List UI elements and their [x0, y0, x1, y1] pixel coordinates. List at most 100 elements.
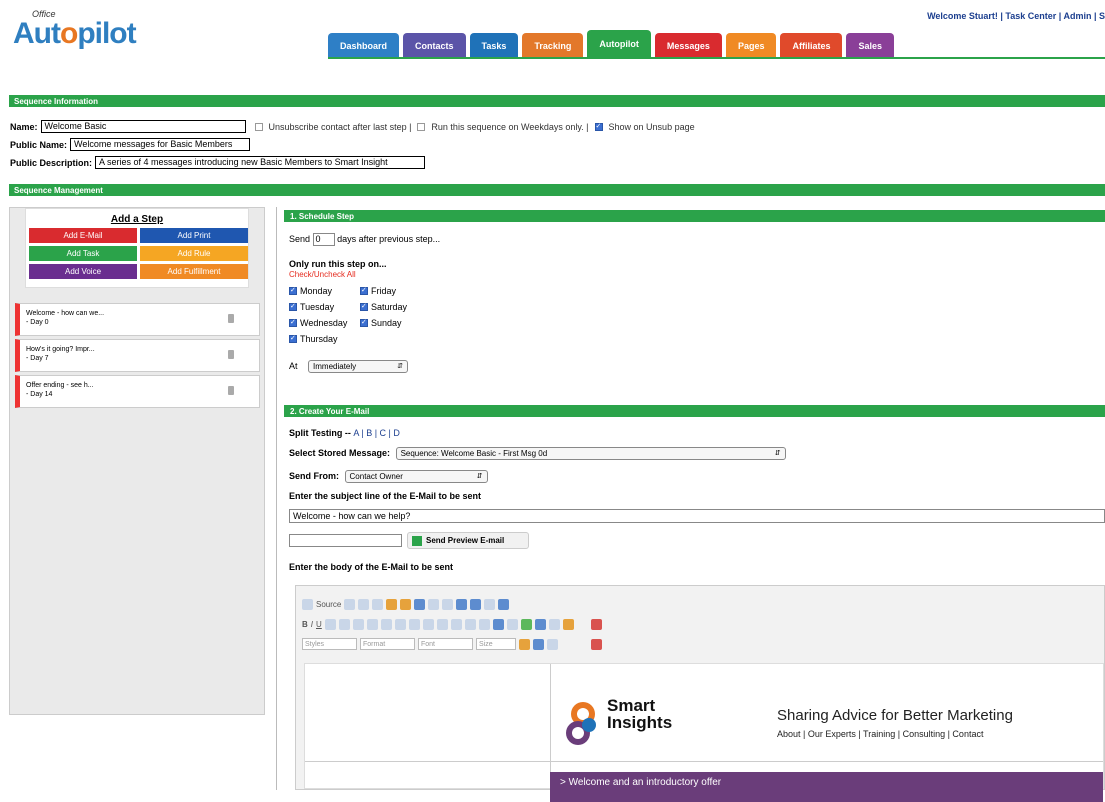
bulleted-list-icon[interactable] [380, 618, 392, 630]
public-name-input[interactable]: Welcome messages for Basic Members [70, 138, 251, 151]
public-description-label: Public Description: [10, 157, 93, 168]
day-sunday: Sunday [360, 315, 407, 331]
step-day: - Day 0 [26, 319, 49, 326]
format-select[interactable]: Format [360, 638, 415, 650]
split-testing-label: Split Testing -- [289, 428, 351, 438]
new-page-icon[interactable] [344, 598, 356, 610]
add-task-button[interactable]: Add Task [29, 246, 137, 261]
email-left-border [550, 664, 551, 788]
name-input[interactable]: Welcome Basic [40, 120, 246, 133]
split-testing-options[interactable]: A | B | C | D [353, 428, 400, 438]
tab-contacts[interactable]: Contacts [403, 33, 466, 57]
send-from-select[interactable]: Contact Owner ⇵ [344, 470, 488, 483]
tuesday-checkbox[interactable] [289, 302, 297, 311]
styles-select[interactable]: Styles [302, 638, 357, 650]
trash-icon[interactable] [228, 386, 234, 395]
size-select[interactable]: Size [476, 638, 516, 650]
special-char-icon[interactable] [591, 618, 602, 630]
outdent-icon[interactable] [394, 618, 406, 630]
nav-underline [328, 57, 1105, 59]
paste-text-icon[interactable] [400, 598, 412, 610]
add-print-button[interactable]: Add Print [140, 228, 248, 243]
step-day: - Day 7 [26, 355, 49, 362]
add-step-title: Add a Step [110, 214, 164, 225]
paste-icon[interactable] [386, 598, 398, 610]
monday-checkbox[interactable] [289, 286, 297, 295]
numbered-list-icon[interactable] [366, 618, 378, 630]
align-left-icon[interactable] [436, 618, 448, 630]
horizontal-rule-icon[interactable] [548, 618, 560, 630]
check-uncheck-all-link[interactable]: Check/Uncheck All [289, 270, 356, 279]
italic-icon[interactable]: I [311, 620, 313, 629]
weekdays-checkbox[interactable] [417, 122, 426, 131]
bg-color-icon[interactable] [519, 638, 530, 650]
image-icon[interactable] [520, 618, 532, 630]
public-name-label: Public Name: [10, 139, 68, 150]
smiley-icon[interactable] [562, 618, 574, 630]
table-icon[interactable] [534, 618, 546, 630]
send-days-input[interactable]: 0 [312, 233, 335, 246]
undo-icon[interactable] [428, 598, 440, 610]
redo-icon[interactable] [442, 598, 454, 610]
link-icon[interactable] [492, 618, 504, 630]
copy-icon[interactable] [372, 598, 384, 610]
add-fulfillment-button[interactable]: Add Fulfillment [140, 264, 248, 279]
tab-autopilot[interactable]: Autopilot [587, 30, 651, 57]
add-e-mail-button[interactable]: Add E-Mail [29, 228, 137, 243]
replace-icon[interactable] [470, 598, 482, 610]
tab-affiliates[interactable]: Affiliates [780, 33, 843, 57]
bold-icon[interactable]: B [302, 620, 308, 629]
tab-tasks[interactable]: Tasks [469, 33, 519, 57]
sunday-checkbox[interactable] [360, 318, 368, 327]
superscript-icon[interactable] [352, 618, 364, 630]
tab-tracking[interactable]: Tracking [522, 33, 584, 57]
tab-dashboard[interactable]: Dashboard [328, 33, 400, 57]
send-preview-button[interactable]: Send Preview E-mail [407, 532, 529, 549]
subject-input[interactable]: Welcome - how can we help? [289, 509, 1105, 523]
source-icon[interactable] [302, 598, 313, 610]
source-button[interactable]: Source [316, 600, 341, 609]
stored-message-select[interactable]: Sequence: Welcome Basic - First Msg 0d ⇵ [395, 447, 786, 460]
select-all-icon[interactable] [484, 598, 496, 610]
thursday-checkbox[interactable] [289, 334, 297, 343]
unsubscribe-checkbox[interactable] [254, 122, 263, 131]
unlink-icon[interactable] [506, 618, 518, 630]
show-unsub-checkbox[interactable] [594, 122, 603, 131]
show-blocks-icon[interactable] [547, 638, 558, 650]
align-right-icon[interactable] [464, 618, 476, 630]
tab-messages[interactable]: Messages [654, 33, 722, 57]
day-tuesday: Tuesday [289, 299, 347, 315]
cut-icon[interactable] [358, 598, 370, 610]
align-center-icon[interactable] [450, 618, 462, 630]
blockquote-icon[interactable] [422, 618, 434, 630]
remove-format-icon[interactable] [498, 598, 510, 610]
add-rule-button[interactable]: Add Rule [140, 246, 248, 261]
trash-icon[interactable] [228, 314, 234, 323]
public-description-input[interactable]: A series of 4 messages introducing new B… [95, 156, 426, 169]
step-item[interactable]: How's it going? Impr... - Day 7 [15, 339, 260, 372]
text-color-icon[interactable] [591, 638, 602, 650]
step-item[interactable]: Welcome - how can we... - Day 0 [15, 303, 260, 336]
editor-content-area[interactable]: Smart Insights Sharing Advice for Better… [304, 663, 1104, 802]
preview-email-input[interactable] [289, 534, 402, 547]
tab-pages[interactable]: Pages [725, 33, 777, 57]
add-voice-button[interactable]: Add Voice [29, 264, 137, 279]
friday-checkbox[interactable] [360, 286, 368, 295]
find-icon[interactable] [456, 598, 468, 610]
user-welcome-links[interactable]: Welcome Stuart! | Task Center | Admin | … [927, 11, 1105, 21]
paste-word-icon[interactable] [414, 598, 426, 610]
wednesday-checkbox[interactable] [289, 318, 297, 327]
at-time-select[interactable]: Immediately ⇵ [308, 360, 409, 373]
tab-sales[interactable]: Sales [846, 33, 895, 57]
indent-icon[interactable] [408, 618, 420, 630]
underline-icon[interactable]: U [316, 620, 322, 629]
steps-panel: Add a Step Add E-Mail Add Print Add Task Ad… [9, 207, 265, 715]
justify-icon[interactable] [478, 618, 490, 630]
maximize-icon[interactable] [533, 638, 544, 650]
subscript-icon[interactable] [338, 618, 350, 630]
strike-icon[interactable] [324, 618, 336, 630]
font-select[interactable]: Font [418, 638, 473, 650]
step-item[interactable]: Offer ending - see h... - Day 14 [15, 375, 260, 408]
trash-icon[interactable] [228, 350, 234, 359]
saturday-checkbox[interactable] [360, 302, 368, 311]
